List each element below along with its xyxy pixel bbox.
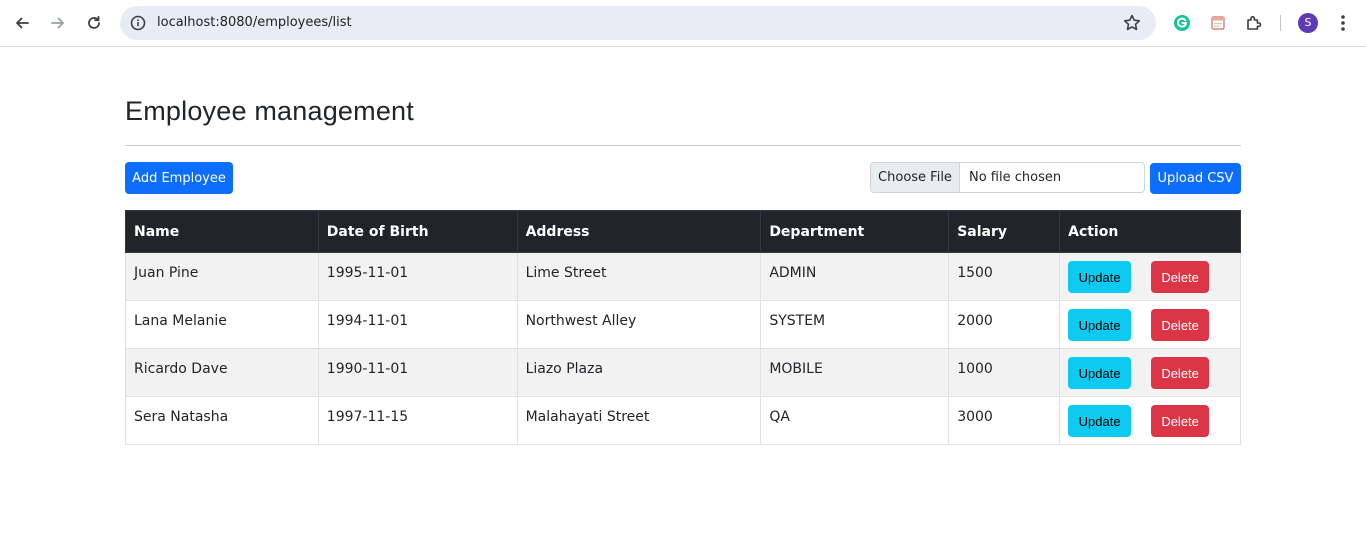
upload-csv-button[interactable]: Upload CSV: [1150, 163, 1241, 194]
header-department: Department: [760, 210, 950, 253]
cell-action: Update Delete: [1059, 300, 1241, 349]
delete-button[interactable]: Delete: [1151, 309, 1210, 341]
cell-salary: 1000: [948, 348, 1061, 397]
url-text: localhost:8080/employees/list: [157, 15, 352, 30]
cell-address: Liazo Plaza: [516, 348, 762, 397]
cell-salary: 3000: [948, 396, 1061, 445]
delete-button[interactable]: Delete: [1151, 357, 1210, 389]
address-bar[interactable]: localhost:8080/employees/list: [120, 6, 1156, 40]
cell-department: MOBILE: [760, 348, 950, 397]
cell-date-of-birth: 1990-11-01: [317, 348, 518, 397]
cell-address: Lime Street: [516, 252, 762, 301]
cell-department: ADMIN: [760, 252, 950, 301]
file-status-text: No file chosen: [969, 170, 1062, 185]
cell-address: Malahayati Street: [516, 396, 762, 445]
table-header-row: Name Date of Birth Address Department Sa…: [125, 210, 1241, 253]
csv-file-input[interactable]: Choose File No file chosen: [870, 162, 1145, 193]
page-title: Employee management: [125, 96, 414, 126]
cell-name: Juan Pine: [125, 252, 319, 301]
cell-salary: 2000: [948, 300, 1061, 349]
choose-file-button[interactable]: Choose File: [871, 163, 960, 192]
info-icon[interactable]: [129, 14, 147, 32]
header-salary: Salary: [948, 210, 1061, 253]
cell-action: Update Delete: [1059, 348, 1241, 397]
cell-date-of-birth: 1994-11-01: [317, 300, 518, 349]
toolbar-divider: [1280, 15, 1281, 31]
cell-name: Sera Natasha: [125, 396, 319, 445]
extensions-puzzle-icon[interactable]: [1242, 11, 1266, 35]
bookmark-extension-icon[interactable]: [1206, 11, 1230, 35]
header-address: Address: [516, 210, 762, 253]
update-button[interactable]: Update: [1068, 405, 1132, 437]
cell-name: Lana Melanie: [125, 300, 319, 349]
cell-action: Update Delete: [1059, 396, 1241, 445]
update-button[interactable]: Update: [1068, 309, 1132, 341]
cell-date-of-birth: 1997-11-15: [317, 396, 518, 445]
cell-department: SYSTEM: [760, 300, 950, 349]
profile-avatar[interactable]: S: [1298, 13, 1318, 33]
reload-icon[interactable]: [82, 11, 106, 35]
delete-button[interactable]: Delete: [1151, 405, 1210, 437]
header-date-of-birth: Date of Birth: [317, 210, 518, 253]
header-name: Name: [125, 210, 319, 253]
table-row: Sera Natasha 1997-11-15 Malahayati Stree…: [125, 396, 1241, 445]
cell-department: QA: [760, 396, 950, 445]
table-row: Lana Melanie 1994-11-01 Northwest Alley …: [125, 300, 1241, 349]
table-row: Juan Pine 1995-11-01 Lime Street ADMIN 1…: [125, 252, 1241, 301]
delete-button[interactable]: Delete: [1151, 261, 1210, 293]
cell-date-of-birth: 1995-11-01: [317, 252, 518, 301]
browser-toolbar: localhost:8080/employees/list S: [0, 0, 1366, 47]
title-divider: [125, 145, 1241, 146]
update-button[interactable]: Update: [1068, 261, 1132, 293]
cell-address: Northwest Alley: [516, 300, 762, 349]
employee-table: Name Date of Birth Address Department Sa…: [125, 210, 1241, 445]
header-action: Action: [1059, 210, 1241, 253]
add-employee-button[interactable]: Add Employee: [125, 162, 233, 194]
cell-name: Ricardo Dave: [125, 348, 319, 397]
star-icon[interactable]: [1121, 12, 1143, 34]
table-row: Ricardo Dave 1990-11-01 Liazo Plaza MOBI…: [125, 348, 1241, 397]
cell-action: Update Delete: [1059, 252, 1241, 301]
update-button[interactable]: Update: [1068, 357, 1132, 389]
forward-arrow-icon[interactable]: [46, 11, 70, 35]
back-arrow-icon[interactable]: [10, 11, 34, 35]
cell-salary: 1500: [948, 252, 1061, 301]
more-vert-icon[interactable]: [1331, 11, 1355, 35]
grammarly-icon[interactable]: [1170, 11, 1194, 35]
